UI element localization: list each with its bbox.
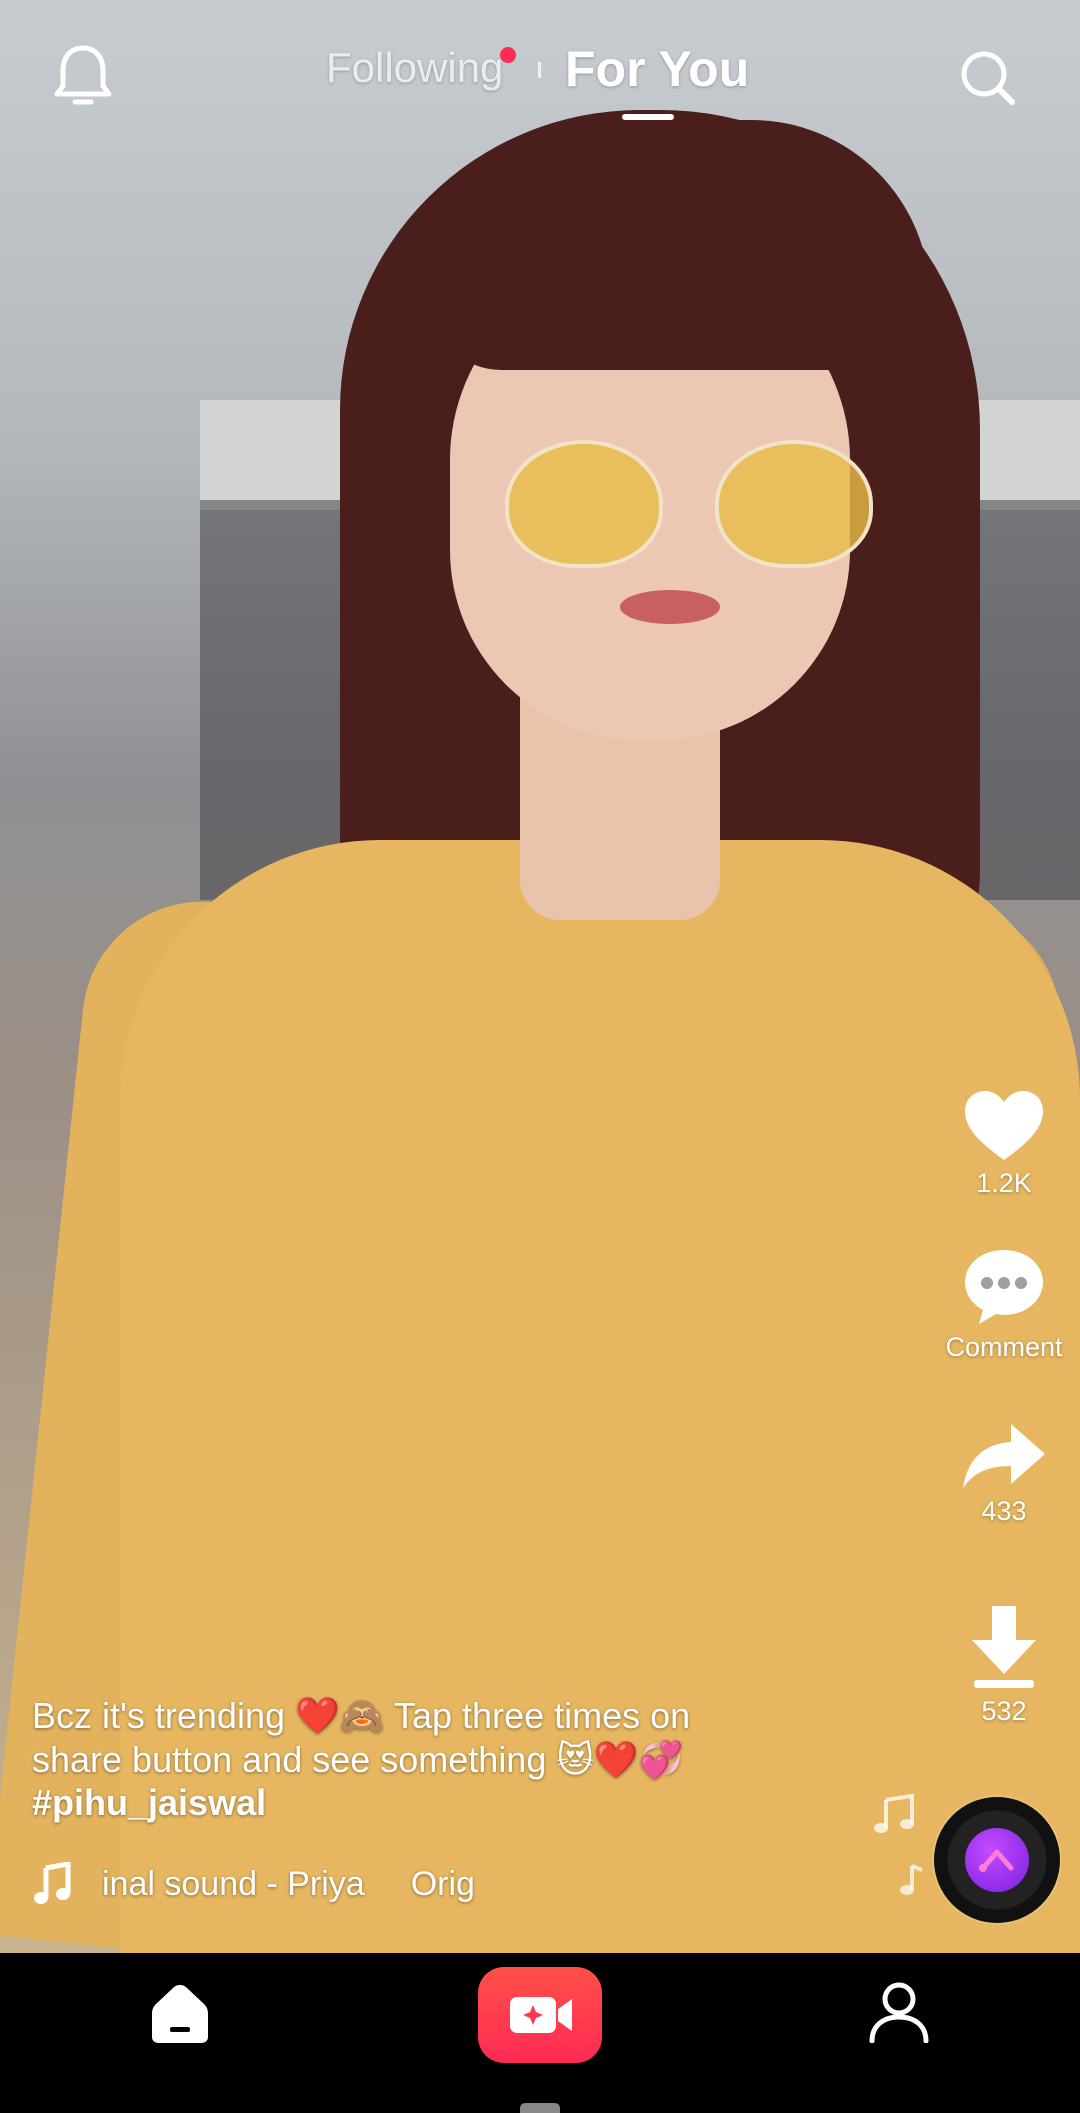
- post-caption: Bcz it's trending ❤️🙈 Tap three times on…: [32, 1695, 691, 1780]
- notification-dot: [500, 47, 516, 63]
- share-arrow-icon: [963, 1424, 1045, 1488]
- music-disc-button[interactable]: [934, 1797, 1060, 1923]
- heart-icon: [965, 1091, 1043, 1160]
- video-subject-bangs: [430, 120, 930, 370]
- music-info[interactable]: inal sound - Priya Orig: [32, 1858, 532, 1908]
- bell-icon[interactable]: [52, 42, 114, 110]
- top-bar: Following For You: [0, 0, 1080, 140]
- home-icon[interactable]: [150, 1983, 210, 2045]
- record-video-button[interactable]: [478, 1967, 602, 2063]
- music-title-part: Orig: [410, 1865, 475, 1903]
- tab-separator: [538, 62, 541, 78]
- floating-music-notes-icon: [868, 1790, 928, 1910]
- tab-for-you[interactable]: For You: [565, 40, 749, 98]
- person-icon[interactable]: [868, 1981, 930, 2044]
- like-button[interactable]: 1.2K: [934, 1088, 1074, 1199]
- video-subject-lips: [620, 590, 720, 624]
- music-note-icon: [32, 1861, 72, 1906]
- video-subject-glasses: [505, 440, 663, 568]
- share-button[interactable]: 433: [934, 1420, 1074, 1527]
- like-count: 1.2K: [976, 1168, 1032, 1198]
- home-indicator: [520, 2103, 560, 2113]
- download-count: 532: [981, 1696, 1027, 1726]
- music-title-part: inal sound - Priya: [102, 1865, 365, 1903]
- music-disc-icon: [965, 1828, 1029, 1892]
- bottom-navigation: [0, 1953, 1080, 2113]
- comment-label: Comment: [945, 1332, 1063, 1362]
- comment-button[interactable]: Comment: [934, 1246, 1074, 1363]
- video-player[interactable]: [0, 0, 1080, 1953]
- download-button[interactable]: 532: [934, 1602, 1074, 1727]
- music-marquee: inal sound - Priya Orig: [102, 1862, 530, 1906]
- share-count: 433: [981, 1496, 1027, 1526]
- tab-following[interactable]: Following: [326, 44, 503, 92]
- video-subject-glasses: [715, 440, 873, 568]
- video-camera-icon: [510, 1997, 572, 2033]
- active-tab-indicator: [622, 114, 674, 120]
- comment-bubble-icon: [965, 1250, 1043, 1324]
- search-icon[interactable]: [958, 48, 1018, 108]
- post-hashtag[interactable]: #pihu_jaiswal: [32, 1782, 266, 1824]
- download-icon: [972, 1606, 1036, 1688]
